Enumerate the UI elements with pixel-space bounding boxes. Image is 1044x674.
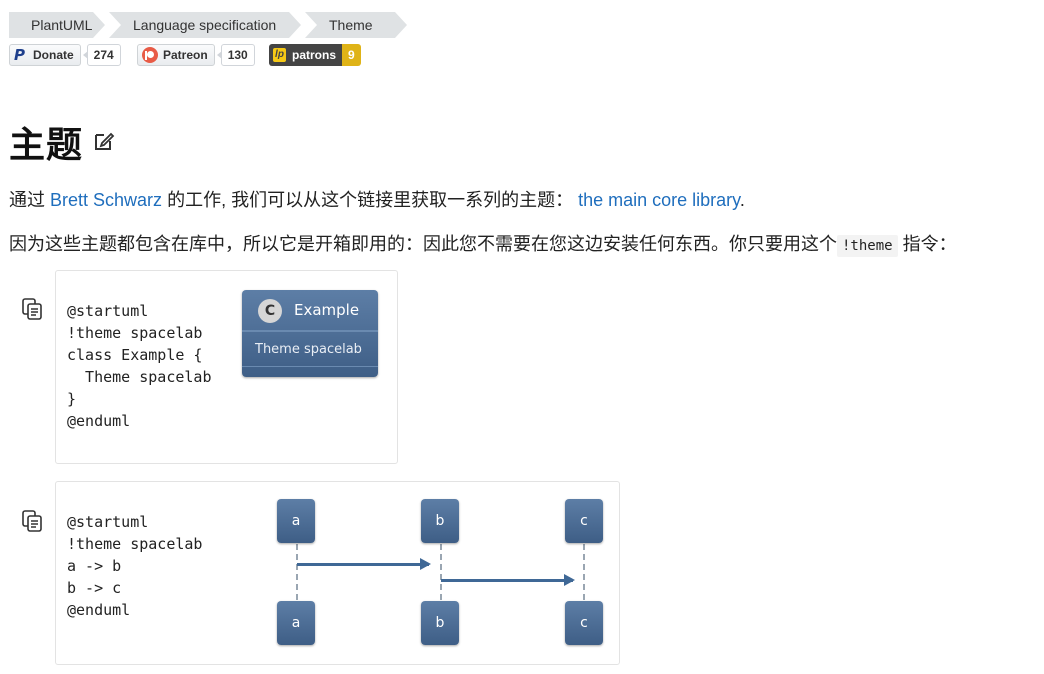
lifeline-c [583,544,585,600]
patreon-count: 130 [216,44,255,66]
participant-b-bottom: b [421,601,459,645]
breadcrumb: PlantUML Language specification Theme [9,12,411,38]
usage-paragraph: 因为这些主题都包含在库中，所以它是开箱即用的：因此您不需要在您这边安装任何东西。… [9,230,957,257]
edit-icon[interactable] [93,130,115,152]
lifeline-a [296,544,298,600]
patreon-badge[interactable]: Patreon 130 [137,44,255,66]
patreon-icon [142,47,158,63]
intro-paragraph: 通过 Brett Schwarz 的工作, 我们可以从这个链接里获取一系列的主题… [9,186,745,212]
class-name: Example [294,301,360,319]
copy-icon[interactable] [21,509,43,533]
liberapay-icon: lp [273,48,286,62]
brett-schwarz-link[interactable]: Brett Schwarz [50,190,162,210]
paypal-icon: P [14,46,25,64]
code-block-class[interactable]: @startuml !theme spacelab class Example … [67,300,212,432]
lifeline-b [440,544,442,600]
participant-a-top: a [277,499,315,543]
usage-text-prefix: 因为这些主题都包含在库中，所以它是开箱即用的：因此您不需要在您这边安装任何东西。… [9,234,837,254]
participant-a-bottom: a [277,601,315,645]
participant-c-bottom: c [565,601,603,645]
code-block-sequence[interactable]: @startuml !theme spacelab a -> b b -> c … [67,511,202,621]
donate-label: Donate [33,48,74,62]
copy-icon[interactable] [21,297,43,321]
page-title: 主题 [9,125,84,166]
donate-button[interactable]: P Donate [9,44,81,66]
main-core-library-link[interactable]: the main core library [578,190,740,210]
intro-text-prefix: 通过 [9,190,51,210]
donate-count: 274 [82,44,121,66]
liberapay-count: 9 [342,44,361,66]
breadcrumb-plantuml[interactable]: PlantUML [9,12,105,38]
class-attribute: Theme spacelab [255,342,362,357]
participant-c-top: c [565,499,603,543]
intro-text-middle: 的工作, 我们可以从这个链接里获取一系列的主题： [162,190,579,210]
message-a-to-b [297,558,431,570]
theme-directive-code: !theme [837,235,898,257]
patreon-label: Patreon [163,48,208,62]
liberapay-label: patrons [292,48,337,62]
intro-text-suffix: . [739,190,745,210]
usage-text-suffix: 指令： [897,234,957,254]
patreon-button[interactable]: Patreon [137,44,215,66]
participant-b-top: b [421,499,459,543]
message-b-to-c [441,574,575,586]
liberapay-badge[interactable]: lp patrons 9 [269,44,361,66]
class-diagram-example: C Example Theme spacelab [242,290,378,377]
breadcrumb-theme[interactable]: Theme [305,12,407,38]
class-stereotype-circle: C [258,299,282,323]
donate-badge[interactable]: P Donate 274 [9,44,121,66]
breadcrumb-language-specification[interactable]: Language specification [109,12,301,38]
